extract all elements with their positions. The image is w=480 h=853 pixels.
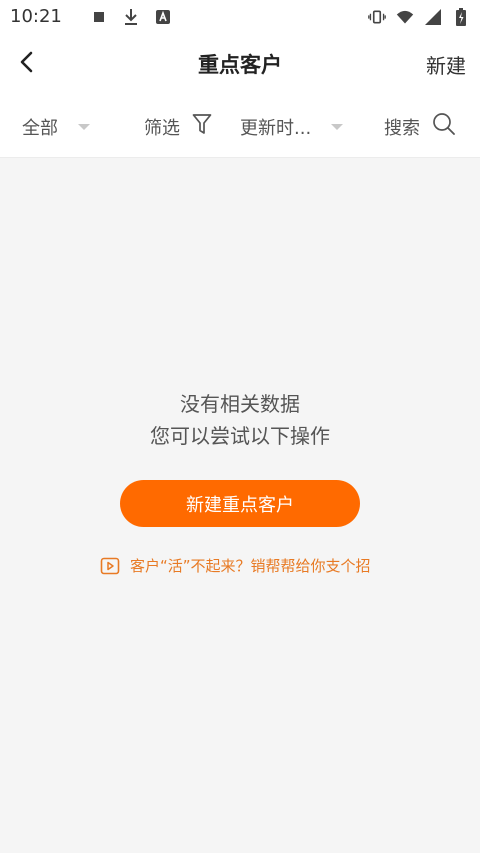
empty-state: 没有相关数据 您可以尝试以下操作 <box>0 388 480 452</box>
tip-text: 客户“活”不起来？销帮帮给你支个招 <box>130 557 371 575</box>
filter-all-label: 全部 <box>22 117 58 139</box>
filter-all-dropdown[interactable]: 全部 <box>22 95 90 158</box>
empty-state-subtitle: 您可以尝试以下操作 <box>150 424 330 448</box>
search-icon <box>432 112 456 141</box>
tip-link[interactable]: 客户“活”不起来？销帮帮给你支个招 <box>100 555 371 576</box>
chevron-down-icon <box>331 123 344 130</box>
nav-bar: 重点客户 新建 <box>0 33 480 95</box>
status-bar-left: 10:21 <box>10 6 172 27</box>
text-a-icon <box>154 8 172 26</box>
filter-button[interactable]: 筛选 <box>144 95 212 158</box>
empty-state-title: 没有相关数据 <box>180 392 300 416</box>
stop-square-icon <box>90 8 108 26</box>
wifi-icon <box>396 8 414 26</box>
search-button[interactable]: 搜索 <box>384 95 456 158</box>
video-play-icon <box>100 557 120 575</box>
update-time-label: 更新时... <box>240 117 312 139</box>
funnel-icon <box>192 113 212 140</box>
download-icon <box>122 8 140 26</box>
status-bar-right <box>368 7 470 26</box>
status-time: 10:21 <box>10 6 62 27</box>
back-arrow-icon <box>19 51 33 77</box>
chevron-down-icon <box>78 123 90 130</box>
filter-bar: 全部 筛选 更新时... 搜索 <box>0 95 480 158</box>
signal-icon <box>424 8 442 26</box>
vibrate-icon <box>368 8 386 26</box>
battery-charging-icon <box>452 7 470 26</box>
new-button[interactable]: 新建 <box>426 50 466 79</box>
search-label: 搜索 <box>384 117 420 139</box>
page-title: 重点客户 <box>198 53 282 77</box>
new-key-customer-button[interactable]: 新建重点客户 <box>120 480 360 527</box>
status-bar: 10:21 <box>0 0 480 33</box>
filter-label: 筛选 <box>144 117 180 139</box>
update-time-dropdown[interactable]: 更新时... <box>240 95 344 158</box>
back-button[interactable] <box>14 50 38 78</box>
